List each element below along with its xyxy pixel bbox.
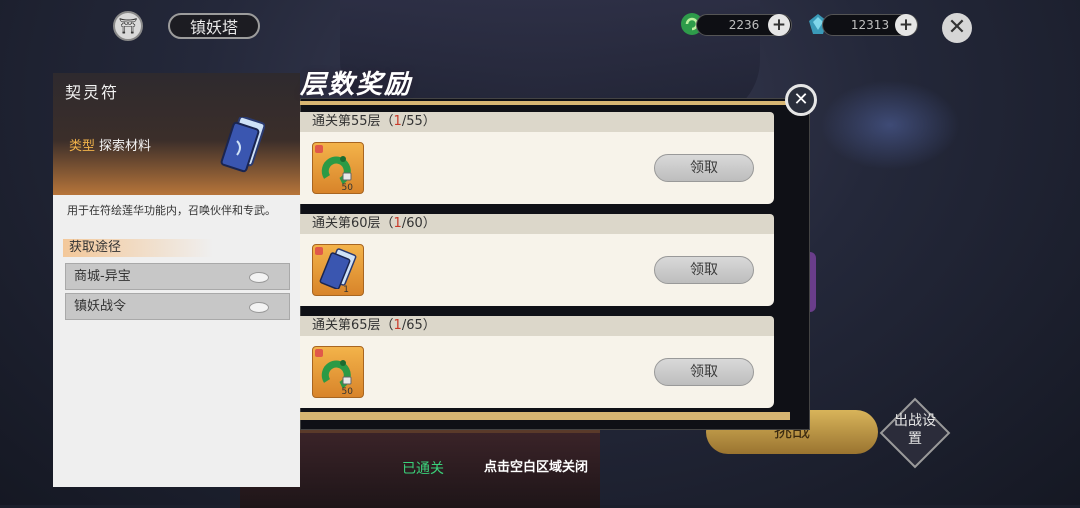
battle-settings-label[interactable]: 出战设置 (891, 412, 939, 448)
green-dragon-icon (321, 156, 352, 185)
source-battle-pass[interactable]: 镇妖战令 (65, 293, 290, 320)
exit-button[interactable]: ✕ (942, 13, 972, 43)
green-dragon-icon (321, 360, 352, 389)
item-type: 类型 探索材料 (69, 135, 151, 154)
claim-button[interactable]: 领取 (654, 256, 754, 284)
close-reward-panel-button[interactable]: ✕ (785, 84, 817, 116)
source-label: 商城-异宝 (74, 269, 131, 284)
condition-text: 通关第55层（ (312, 114, 394, 129)
reward-condition: 通关第60层（1/60） (300, 214, 774, 234)
sources-title: 获取途径 (63, 239, 213, 257)
reward-item[interactable]: 50 (312, 346, 364, 398)
reward-list[interactable]: 通关第55层（1/55） 50 领取 通关第60层（1/60） 1 领取 通关第… (300, 112, 774, 410)
condition-text: 通关第65层（ (312, 318, 394, 333)
source-label: 镇妖战令 (74, 299, 127, 314)
close-hint: 点击空白区域关闭 (484, 460, 589, 475)
item-count: 1 (343, 285, 349, 295)
item-type-value: 探索材料 (99, 139, 152, 154)
item-info-panel: 契灵符 类型 探索材料 用于在符绘莲华功能内，召唤伙伴和专武。 获取途径 商城-异… (53, 73, 300, 487)
panel-gold-border (300, 101, 790, 105)
page-title: 镇妖塔 (168, 13, 260, 39)
cloud-decoration (820, 80, 960, 170)
condition-target: /60） (401, 216, 436, 231)
talisman-card-icon (319, 248, 357, 289)
item-count: 50 (341, 183, 353, 193)
condition-target: /55） (401, 114, 436, 129)
item-description: 用于在符绘莲华功能内，召唤伙伴和专武。 (67, 204, 276, 217)
progress-value: 1 (393, 114, 402, 129)
item-name: 契灵符 (65, 83, 120, 102)
source-shop[interactable]: 商城-异宝 (65, 263, 290, 290)
goto-icon (249, 302, 269, 313)
talisman-card-icon (220, 117, 265, 173)
tower-menu-icon[interactable]: ⛩ (113, 11, 143, 41)
item-type-key: 类型 (69, 139, 96, 154)
reward-row: 通关第55层（1/55） 50 领取 (300, 112, 774, 206)
progress-value: 1 (393, 216, 402, 231)
condition-target: /65） (401, 318, 436, 333)
reward-condition: 通关第55层（1/55） (300, 112, 774, 132)
cleared-status: 已通关 (402, 461, 444, 477)
item-count: 50 (341, 387, 353, 397)
condition-text: 通关第60层（ (312, 216, 394, 231)
reward-panel-title: 层数奖励 (300, 70, 413, 100)
claim-button[interactable]: 领取 (654, 154, 754, 182)
claim-button[interactable]: 领取 (654, 358, 754, 386)
reward-item[interactable]: 50 (312, 142, 364, 194)
goto-icon (249, 272, 269, 283)
add-crystal-button[interactable]: + (895, 14, 917, 36)
reward-row: 通关第60层（1/60） 1 领取 (300, 214, 774, 308)
reward-body: 50 领取 (300, 336, 774, 408)
reward-item[interactable]: 1 (312, 244, 364, 296)
reward-body: 50 领取 (300, 132, 774, 204)
panel-gold-border (300, 412, 790, 420)
item-info-header: 契灵符 类型 探索材料 (53, 73, 300, 195)
reward-row: 通关第65层（1/65） 50 领取 (300, 316, 774, 410)
reward-condition: 通关第65层（1/65） (300, 316, 774, 336)
reward-body: 1 领取 (300, 234, 774, 306)
add-jade-button[interactable]: + (768, 14, 790, 36)
progress-value: 1 (393, 318, 402, 333)
